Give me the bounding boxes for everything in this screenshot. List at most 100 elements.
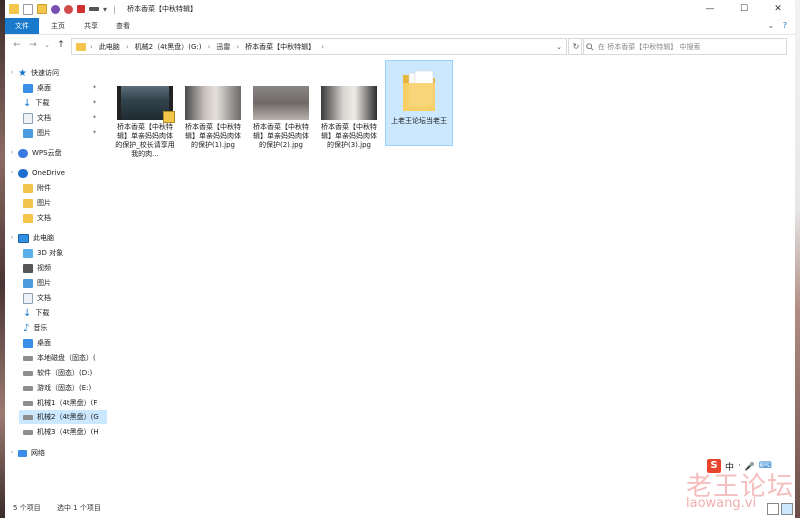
pin-icon[interactable]: ✦ xyxy=(92,129,97,136)
drive-icon xyxy=(23,400,33,406)
nav-label: 游戏（固态）(E:) xyxy=(37,384,92,392)
desktop-icon xyxy=(23,338,33,348)
folder-icon xyxy=(403,70,435,111)
file-item-image-1[interactable]: 桥本香菜【中秋特辑】单亲妈妈肉体的保护(1).jpg xyxy=(181,86,245,150)
pin-icon[interactable]: ✦ xyxy=(92,99,97,106)
nav-this-pc[interactable]: 此电脑 xyxy=(18,231,54,245)
breadcrumb-xunlei[interactable]: 迅雷 xyxy=(216,42,230,52)
large-icons-view-icon[interactable] xyxy=(781,503,793,515)
file-list: 桥本香菜【中秋特辑】单亲妈妈肉体的保护_校长请享用我的肉... 桥本香菜【中秋特… xyxy=(109,58,785,498)
nav-label: 机械2（4t黑盘）(G xyxy=(37,413,99,421)
up-button[interactable]: ↑ xyxy=(55,39,67,51)
computer-icon xyxy=(18,233,29,243)
sidebar-item-downloads[interactable]: ↓ 下载 xyxy=(23,96,49,110)
sidebar-item-drive-h[interactable]: 机械3（4t黑盘）(H xyxy=(23,425,103,439)
cube-icon xyxy=(23,248,33,258)
minimize-button[interactable]: — xyxy=(693,0,727,18)
image-thumbnail xyxy=(185,86,241,120)
expand-onedrive-icon[interactable]: › xyxy=(11,169,13,176)
sidebar-item-drive-f[interactable]: 机械1（4t黑盘）(F xyxy=(23,396,103,410)
redo-icon[interactable] xyxy=(64,4,73,14)
pin-icon[interactable]: ✦ xyxy=(92,84,97,91)
sidebar-item-music[interactable]: ♪ 音乐 xyxy=(23,321,47,335)
breadcrumb-this-pc[interactable]: 此电脑 xyxy=(99,42,120,52)
breadcrumb-current-folder[interactable]: 桥本香菜【中秋特辑】 xyxy=(245,42,315,52)
ribbon-expand-icon[interactable]: ⌄ xyxy=(768,21,775,30)
details-view-icon[interactable] xyxy=(767,503,779,515)
file-item-video[interactable]: 桥本香菜【中秋特辑】单亲妈妈肉体的保护_校长请享用我的肉... xyxy=(113,86,177,159)
nav-label: 附件 xyxy=(37,184,51,192)
tab-share[interactable]: 共享 xyxy=(76,18,106,34)
cloud-icon xyxy=(18,148,28,158)
vertical-scrollbar[interactable] xyxy=(785,58,795,498)
sidebar-item-desktop[interactable]: 桌面 xyxy=(23,81,51,95)
folder-item-selected[interactable]: 上老王论坛当老王 xyxy=(385,60,453,146)
forward-button[interactable]: → xyxy=(27,39,39,51)
back-button[interactable]: ← xyxy=(11,39,23,51)
file-item-image-3[interactable]: 桥本香菜【中秋特辑】单亲妈妈肉体的保护(3).jpg xyxy=(317,86,381,150)
breadcrumb-separator: › xyxy=(321,42,324,51)
nav-network[interactable]: 网络 xyxy=(18,446,45,460)
address-row: ← → ⌄ ↑ › 此电脑 › 机械2（4t黑盘）(G:) › 迅雷 › 桥本香… xyxy=(5,35,795,57)
help-icon[interactable]: ? xyxy=(783,21,787,30)
sidebar-item-pictures[interactable]: 图片 xyxy=(23,126,51,140)
file-item-image-2[interactable]: 桥本香菜【中秋特辑】单亲妈妈肉体的保护(2).jpg xyxy=(249,86,313,150)
document-icon xyxy=(23,112,33,124)
expand-quick-access-icon[interactable]: › xyxy=(11,69,13,76)
sidebar-item-onedrive-pictures[interactable]: 图片 xyxy=(23,196,51,210)
breadcrumb-separator: › xyxy=(90,42,93,51)
sidebar-item-pc-desktop[interactable]: 桌面 xyxy=(23,336,51,350)
sidebar-item-onedrive-attachments[interactable]: 附件 xyxy=(23,181,51,195)
nav-quick-access[interactable]: ★ 快速访问 xyxy=(18,66,59,80)
file-name: 桥本香菜【中秋特辑】单亲妈妈肉体的保护(1).jpg xyxy=(185,123,241,149)
sidebar-item-documents[interactable]: 文档 xyxy=(23,111,51,125)
sidebar-item-drive-e[interactable]: 游戏（固态）(E:) xyxy=(23,381,103,395)
sidebar-item-pc-downloads[interactable]: ↓ 下载 xyxy=(23,306,49,320)
nav-label: 机械3（4t黑盘）(H xyxy=(37,428,99,436)
maximize-button[interactable]: ☐ xyxy=(727,0,761,18)
sidebar-item-videos[interactable]: 视频 xyxy=(23,261,51,275)
sidebar-item-onedrive-documents[interactable]: 文档 xyxy=(23,211,51,225)
tab-file[interactable]: 文件 xyxy=(5,18,39,34)
new-folder-icon[interactable] xyxy=(37,4,47,14)
nav-wps-cloud[interactable]: WPS云盘 xyxy=(18,146,62,160)
search-box[interactable]: 在 桥本香菜【中秋特辑】 中搜索 xyxy=(581,38,787,55)
nav-label: 文档 xyxy=(37,214,51,222)
delete-icon[interactable] xyxy=(77,5,85,13)
watermark-url: laowang.vi xyxy=(686,496,757,511)
download-icon: ↓ xyxy=(23,97,32,109)
nav-onedrive[interactable]: OneDrive xyxy=(18,166,65,180)
folder-app-icon xyxy=(9,4,19,14)
undo-icon[interactable] xyxy=(51,4,60,14)
video-thumbnail xyxy=(117,86,175,123)
nav-label: 桌面 xyxy=(37,84,51,92)
nav-label: 图片 xyxy=(37,279,51,287)
expand-wps-icon[interactable]: › xyxy=(11,149,13,156)
video-icon xyxy=(23,263,33,273)
customize-toolbar-icon[interactable]: ▾ xyxy=(103,5,107,14)
nav-label: 本地磁盘（固态）( xyxy=(37,354,96,362)
properties-icon[interactable] xyxy=(23,3,33,15)
sidebar-item-pc-documents[interactable]: 文档 xyxy=(23,291,51,305)
expand-this-pc-icon[interactable]: › xyxy=(11,234,13,241)
expand-network-icon[interactable]: › xyxy=(11,449,13,456)
sidebar-item-drive-c[interactable]: 本地磁盘（固态）( xyxy=(23,351,103,365)
folder-icon xyxy=(23,183,33,193)
sidebar-item-drive-d[interactable]: 软件（固态）(D:) xyxy=(23,366,103,380)
breadcrumb-drive-g[interactable]: 机械2（4t黑盘）(G:) xyxy=(135,42,202,52)
address-bar[interactable]: › 此电脑 › 机械2（4t黑盘）(G:) › 迅雷 › 桥本香菜【中秋特辑】 … xyxy=(71,38,567,55)
status-bar: 5 个项目 选中 1 个项目 xyxy=(5,498,795,518)
sidebar-item-pc-pictures[interactable]: 图片 xyxy=(23,276,51,290)
tab-home[interactable]: 主页 xyxy=(43,18,73,34)
pin-icon[interactable]: ✦ xyxy=(92,114,97,121)
title-separator: | xyxy=(113,4,116,14)
sidebar-item-3d-objects[interactable]: 3D 对象 xyxy=(23,246,63,260)
address-dropdown-icon[interactable]: ⌄ xyxy=(556,43,562,51)
close-button[interactable]: ✕ xyxy=(761,0,795,18)
ribbon: 文件 主页 共享 查看 ⌄ ? xyxy=(5,18,795,35)
rename-icon[interactable] xyxy=(89,7,99,11)
sidebar-item-drive-g[interactable]: 机械2（4t黑盘）(G xyxy=(19,410,107,424)
recent-locations-button[interactable]: ⌄ xyxy=(41,39,53,51)
tab-view[interactable]: 查看 xyxy=(108,18,138,34)
image-thumbnail xyxy=(321,86,377,120)
